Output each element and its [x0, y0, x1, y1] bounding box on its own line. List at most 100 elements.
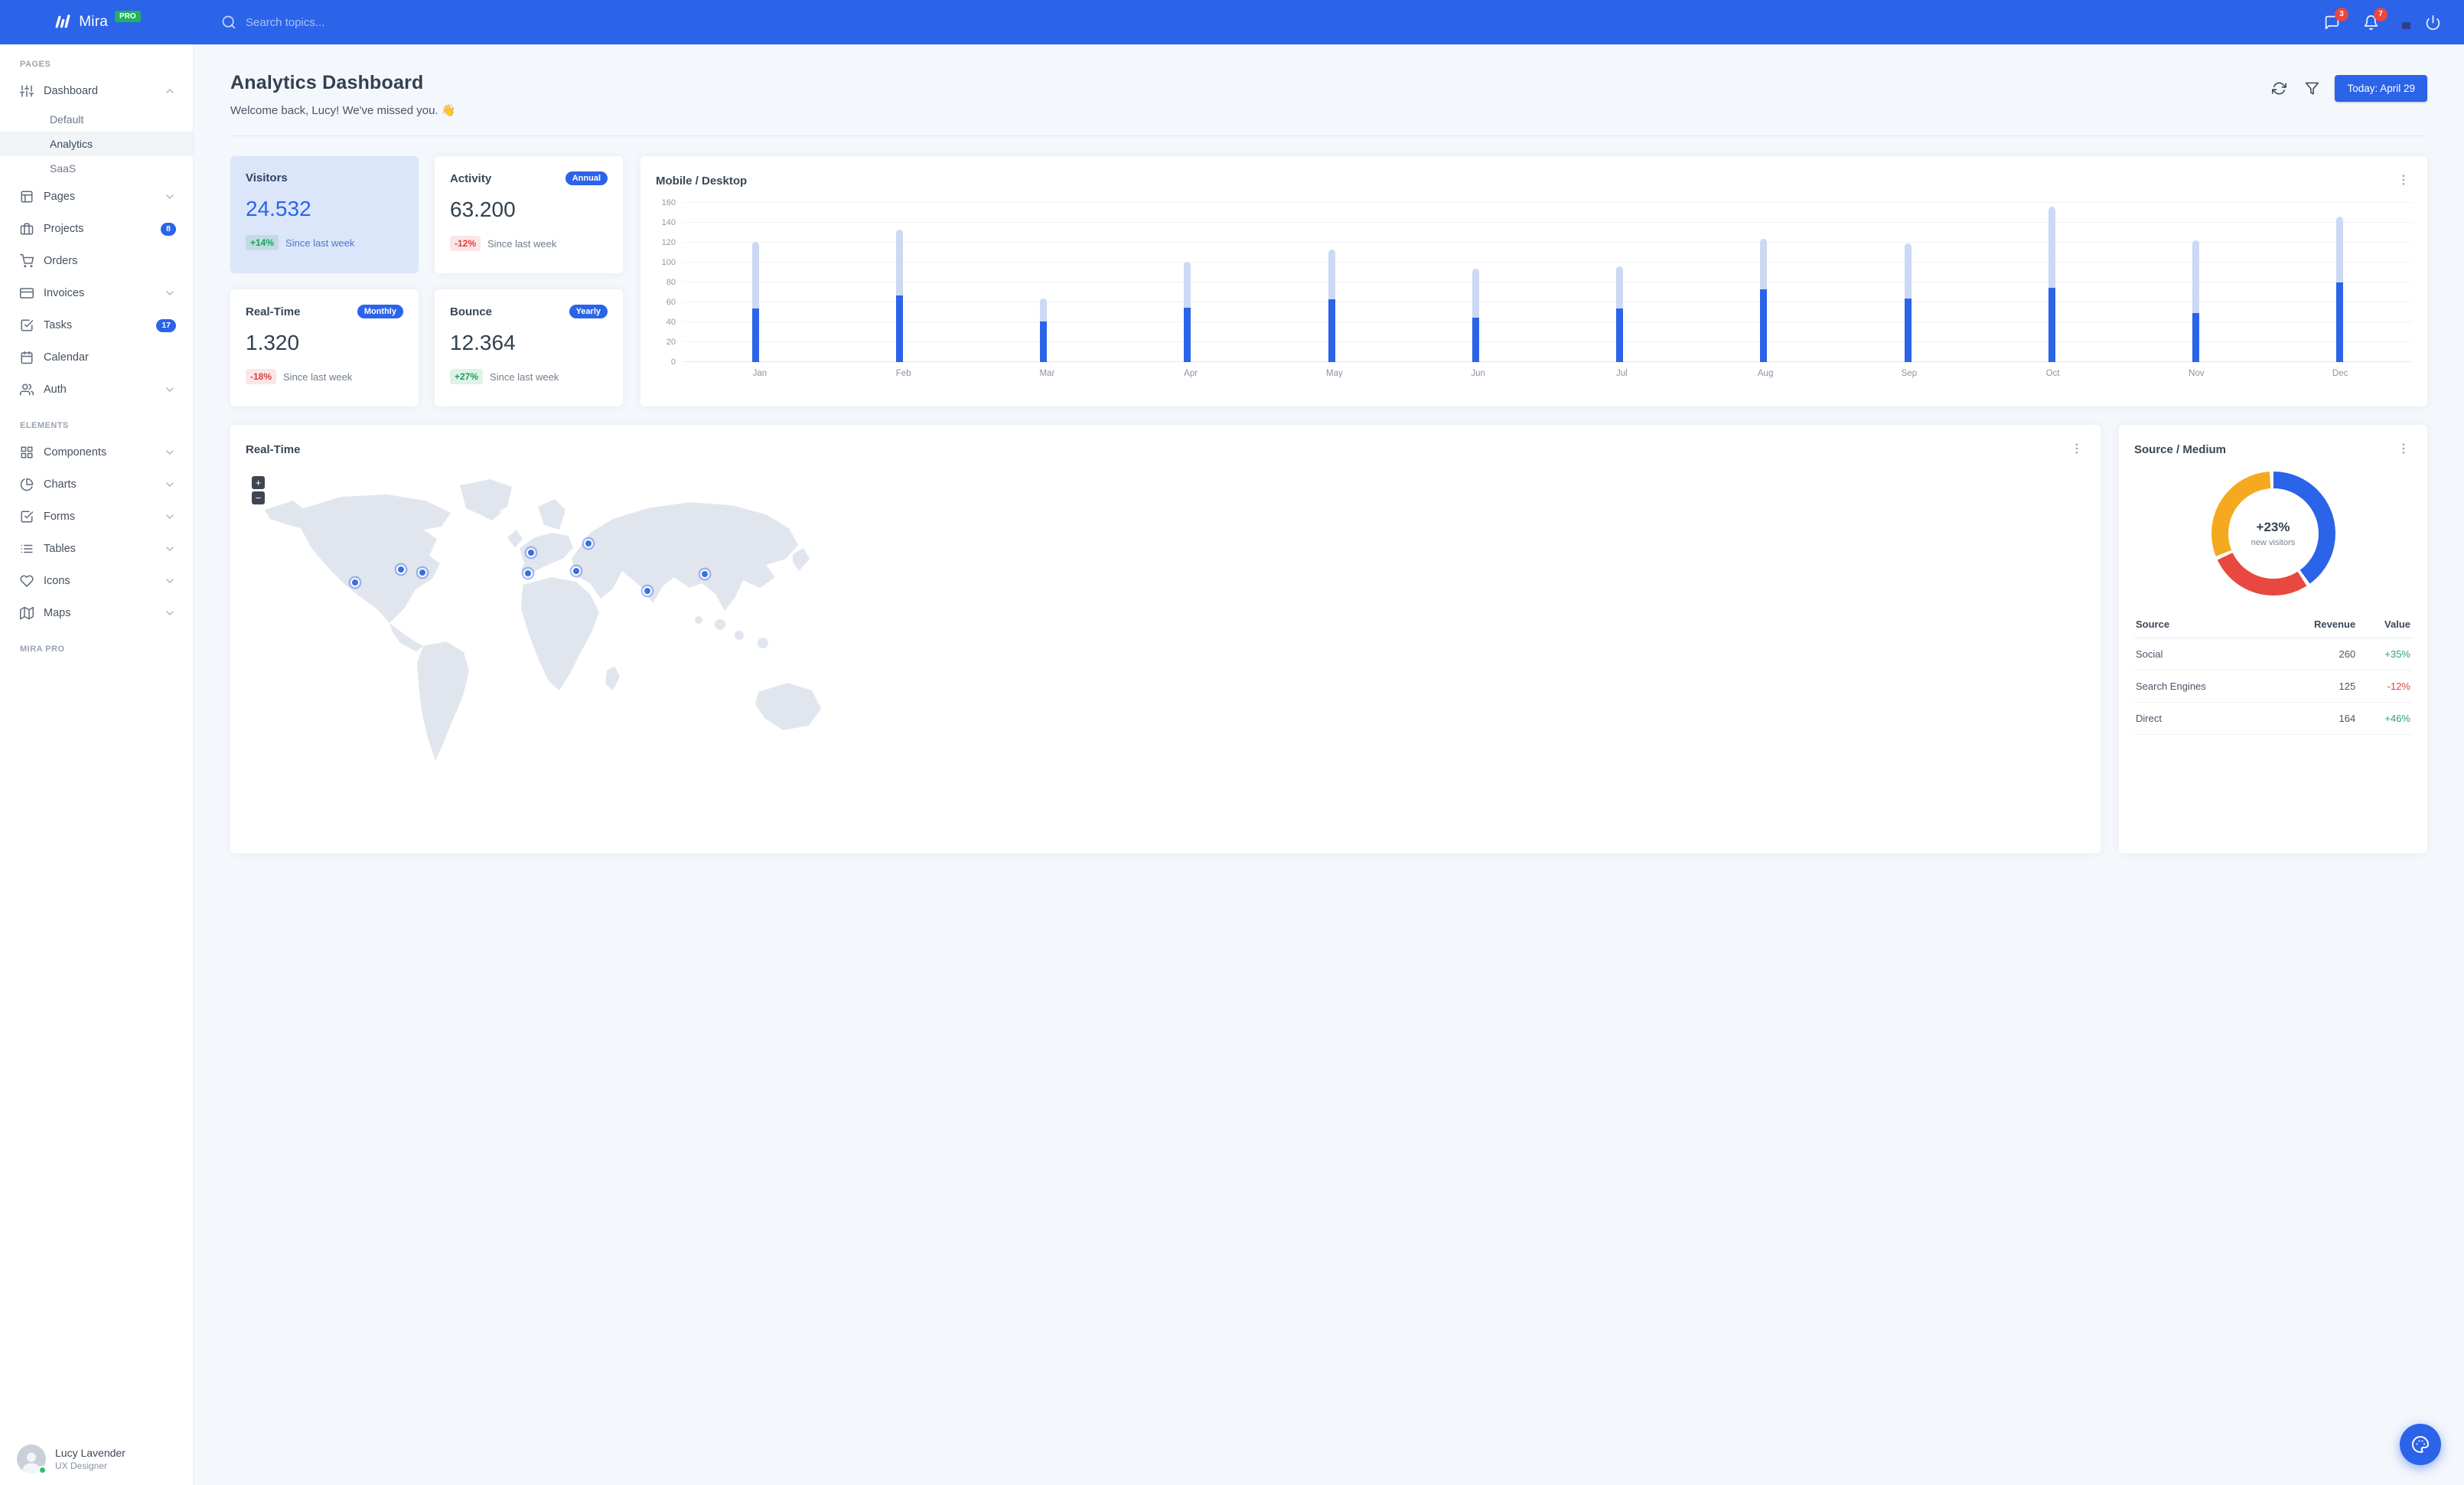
activity-card: Activity Annual 63.200 -12% Since last w…: [435, 156, 623, 273]
sidebar-item-auth[interactable]: Auth: [0, 374, 193, 406]
bar-jun: [1403, 203, 1547, 362]
sidebar-item-label: Pages: [44, 191, 76, 203]
revenue-cell: 164: [2273, 702, 2358, 735]
messages-button[interactable]: 3: [2321, 7, 2348, 34]
x-tick-label: Jun: [1471, 369, 1485, 378]
global-search: [194, 15, 2321, 30]
sidebar-item-tasks[interactable]: Tasks 17: [0, 309, 193, 341]
stat-delta-badge: -12%: [450, 236, 481, 251]
card-menu-button[interactable]: [2395, 171, 2412, 191]
map-marker[interactable]: [700, 570, 709, 579]
sidebar-item-tables[interactable]: Tables: [0, 533, 193, 565]
chevron-down-icon: [164, 543, 176, 555]
x-tick-label: Feb: [895, 369, 911, 378]
map-marker[interactable]: [350, 578, 360, 587]
map-marker[interactable]: [523, 569, 533, 578]
brand[interactable]: Mira PRO: [0, 10, 194, 33]
check-square-icon: [20, 510, 34, 524]
value-cell: +46%: [2357, 702, 2412, 735]
sidebar-item-dashboard[interactable]: Dashboard: [0, 75, 193, 107]
x-tick-label: Nov: [2189, 369, 2205, 378]
sign-out-button[interactable]: [2422, 11, 2444, 34]
filter-button[interactable]: [2302, 78, 2322, 99]
check-square-icon: [20, 318, 34, 332]
world-map: + −: [230, 462, 2101, 784]
shopping-cart-icon: [20, 254, 34, 268]
user-name: Lucy Lavender: [55, 1447, 125, 1459]
stat-delta-badge: +14%: [246, 235, 279, 250]
y-tick-label: 60: [666, 298, 676, 307]
brand-logo-icon: [53, 11, 72, 33]
realtime-stat-card: Real-Time Monthly 1.320 -18% Since last …: [230, 289, 419, 406]
language-selector-button[interactable]: [2399, 19, 2405, 25]
source-table-row[interactable]: Social 260 +35%: [2134, 638, 2412, 671]
map-marker[interactable]: [584, 539, 593, 548]
x-tick-label: Jan: [752, 369, 768, 378]
card-menu-button[interactable]: [2068, 440, 2085, 459]
notifications-button[interactable]: 7: [2360, 7, 2387, 34]
search-input[interactable]: [246, 15, 491, 29]
stat-title: Visitors: [246, 171, 288, 184]
sidebar-item-label: Dashboard: [44, 85, 98, 97]
sidebar-item-forms[interactable]: Forms: [0, 501, 193, 533]
sidebar-item-invoices[interactable]: Invoices: [0, 277, 193, 309]
more-vertical-icon: [2397, 175, 2410, 189]
y-tick-label: 100: [661, 258, 676, 267]
sidebar-item-label: Components: [44, 446, 107, 459]
source-table-row[interactable]: Direct 164 +46%: [2134, 702, 2412, 735]
map-zoom-out-button[interactable]: −: [252, 491, 265, 504]
sidebar-item-projects[interactable]: Projects 8: [0, 213, 193, 245]
revenue-cell: 125: [2273, 670, 2358, 703]
y-tick-label: 20: [666, 338, 676, 347]
sidebar-item-default[interactable]: Default: [0, 107, 193, 132]
sidebar-item-components[interactable]: Components: [0, 436, 193, 468]
sidebar-item-calendar[interactable]: Calendar: [0, 341, 193, 374]
briefcase-icon: [20, 222, 34, 236]
bar-dec: [2268, 203, 2412, 362]
sidebar-item-label: Forms: [44, 511, 76, 523]
sidebar-item-orders[interactable]: Orders: [0, 245, 193, 277]
main-content: Analytics Dashboard Welcome back, Lucy! …: [194, 44, 2464, 1485]
source-table-row[interactable]: Search Engines 125 -12%: [2134, 670, 2412, 703]
x-tick-label: Apr: [1184, 369, 1198, 378]
map-marker[interactable]: [643, 586, 652, 596]
theme-settings-button[interactable]: [2400, 1424, 2441, 1465]
page-subtitle: Welcome back, Lucy! We've missed you. 👋: [230, 104, 456, 117]
chevron-down-icon: [164, 287, 176, 299]
card-menu-button[interactable]: [2395, 440, 2412, 459]
sidebar-item-saas[interactable]: SaaS: [0, 156, 193, 181]
sliders-icon: [20, 84, 34, 98]
refresh-button[interactable]: [2269, 78, 2290, 99]
map-zoom-in-button[interactable]: +: [252, 476, 265, 489]
stat-value: 24.532: [246, 197, 311, 220]
stat-note: Since last week: [285, 237, 355, 249]
heart-icon: [20, 574, 34, 588]
chevron-up-icon: [164, 85, 176, 97]
map-marker[interactable]: [572, 566, 581, 576]
more-vertical-icon: [2070, 443, 2084, 458]
sidebar-item-charts[interactable]: Charts: [0, 468, 193, 501]
map-marker[interactable]: [418, 568, 427, 577]
pie-chart-icon: [20, 478, 34, 491]
y-tick-label: 40: [666, 318, 676, 327]
sidebar-user[interactable]: Lucy Lavender UX Designer: [0, 1433, 193, 1485]
source-donut: +23% new visitors: [2211, 472, 2335, 596]
chevron-down-icon: [164, 383, 176, 396]
stat-note: Since last week: [487, 237, 557, 250]
sidebar-item-analytics[interactable]: Analytics: [0, 132, 193, 156]
bar-chart-bars: [683, 203, 2412, 362]
sidebar-item-maps[interactable]: Maps: [0, 597, 193, 629]
sidebar-item-icons[interactable]: Icons: [0, 565, 193, 597]
messages-count-badge: 3: [2335, 7, 2348, 21]
y-tick-label: 140: [661, 218, 676, 227]
sidebar-item-pages[interactable]: Pages: [0, 181, 193, 213]
x-tick-label: Mar: [1039, 369, 1055, 378]
bar-may: [1260, 203, 1403, 362]
date-button[interactable]: Today: April 29: [2335, 75, 2427, 102]
sidebar-item-label: Projects: [44, 223, 84, 235]
layout-icon: [20, 190, 34, 204]
map-marker[interactable]: [396, 565, 406, 574]
filter-icon: [2305, 81, 2319, 96]
map-marker[interactable]: [526, 548, 536, 557]
stat-delta-badge: +27%: [450, 369, 484, 384]
